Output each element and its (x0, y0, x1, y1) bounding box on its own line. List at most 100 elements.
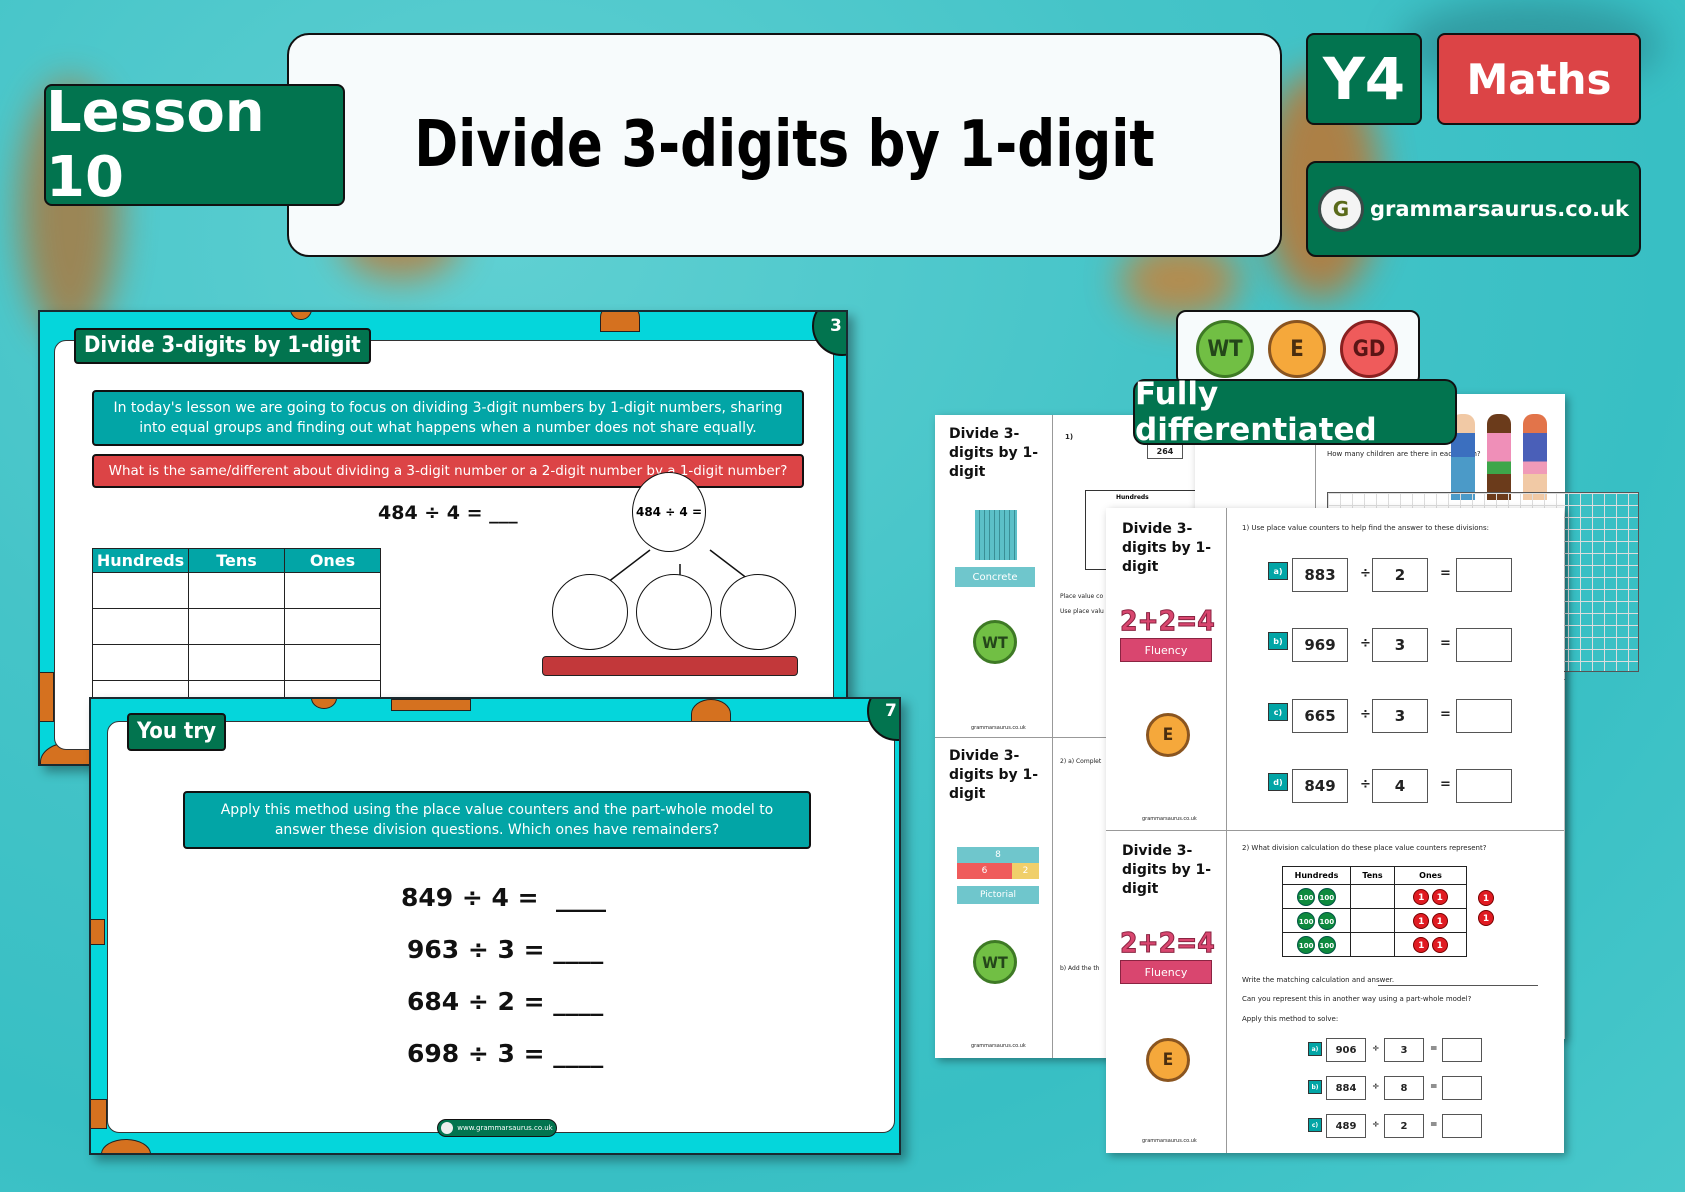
part-whole-part (636, 574, 712, 650)
answer-input[interactable] (1456, 769, 1512, 803)
worksheet-footer: grammarsaurus.co.uk (1142, 816, 1197, 822)
decoration-shape (91, 919, 105, 945)
base-ten-blocks-icon (975, 510, 1017, 560)
answer-input[interactable] (1456, 558, 1512, 592)
one-counter: 1 (1413, 936, 1430, 953)
worksheet-title: Divide 3-digits by 1-digit (1122, 843, 1212, 897)
hundred-counter: 100 (1297, 887, 1316, 906)
one-counter: 1 (1431, 936, 1448, 953)
answer-input[interactable] (1456, 699, 1512, 733)
part-whole-part (552, 574, 628, 650)
slide-tag: You try (127, 713, 227, 751)
worksheet-footer: grammarsaurus.co.uk (1142, 1138, 1197, 1144)
bar-model-whole: 8 (957, 847, 1039, 863)
answer-button[interactable] (542, 656, 798, 676)
answer-input[interactable] (1442, 1114, 1482, 1138)
decoration-shape (40, 672, 54, 722)
divisor-box: 2 (1384, 1114, 1424, 1138)
decoration-shape (311, 699, 337, 709)
worksheet-title: Divide 3-digits by 1-digit (1122, 521, 1212, 575)
column-header: Tens (188, 548, 285, 573)
counters-table: Hundreds Tens Ones 100 100 1 1 100 100 1… (1282, 866, 1467, 957)
decoration-shape (91, 1099, 107, 1129)
worksheet-footer: grammarsaurus.co.uk (971, 1043, 1026, 1049)
part-whole-whole: 484 ÷ 4 = (632, 472, 706, 552)
column-header: Hundreds (92, 548, 189, 573)
equation: 963 ÷ 3 = ____ (407, 935, 604, 964)
title-panel: Divide 3-digits by 1-digit (287, 33, 1282, 257)
subject-label: Maths (1466, 54, 1612, 104)
year-label: Y4 (1322, 45, 1406, 113)
differentiation-label: Fully differentiated (1133, 376, 1457, 448)
e-medal-icon: E (1268, 320, 1326, 378)
one-counter: 1 (1431, 888, 1448, 905)
one-counter: 1 (1413, 888, 1430, 905)
fluency-card: Fluency (1120, 960, 1212, 984)
question-box: What is the same/different about dividin… (92, 454, 804, 488)
divisor-box: 3 (1372, 628, 1428, 662)
grammarsaurus-logo-icon (441, 1122, 454, 1134)
fluency-graphic: 2+2=4 (1120, 926, 1216, 960)
dividend-box: 884 (1326, 1076, 1366, 1100)
answer-input[interactable] (1442, 1038, 1482, 1062)
children-illustration (1445, 414, 1555, 500)
equation: 698 ÷ 3 = ____ (407, 1039, 604, 1068)
differentiation-panel: WT E GD (1176, 310, 1420, 386)
slide-preview-7: 7 You try Apply this method using the pl… (89, 697, 901, 1155)
hundred-counter: 100 (1317, 935, 1336, 954)
divisor-box: 4 (1372, 769, 1428, 803)
year-badge: Y4 (1306, 33, 1422, 125)
wt-medal-icon: WT (973, 620, 1017, 664)
hundred-counter: 100 (1317, 911, 1336, 930)
part-whole-part (720, 574, 796, 650)
e-medal-icon: E (1146, 1038, 1190, 1082)
decoration-shape (391, 699, 471, 711)
divisor-box: 3 (1384, 1038, 1424, 1062)
decoration-shape (101, 1139, 151, 1153)
pictorial-card: Pictorial (957, 886, 1039, 904)
equation: 684 ÷ 2 = ____ (407, 987, 604, 1016)
answer-input[interactable] (1456, 628, 1512, 662)
one-counter: 1 (1478, 890, 1494, 906)
hundred-counter: 100 (1297, 935, 1316, 954)
worksheet-title: Divide 3-digits by 1-digit (949, 748, 1039, 802)
column-header: Ones (284, 548, 381, 573)
hundred-counter: 100 (1297, 911, 1316, 930)
divisor-box: 8 (1384, 1076, 1424, 1100)
wt-medal-icon: WT (1196, 320, 1254, 378)
fluency-card: Fluency (1120, 638, 1212, 662)
footer-url-pill[interactable]: www.grammarsaurus.co.uk (437, 1119, 557, 1137)
lesson-badge: Lesson 10 (44, 80, 345, 210)
equation: 849 ÷ 4 = ____ (401, 883, 606, 912)
hundred-counter: 100 (1317, 887, 1336, 906)
one-counter: 1 (1413, 912, 1430, 929)
page-title: Divide 3-digits by 1-digit (414, 108, 1155, 182)
brand-badge[interactable]: G grammarsaurus.co.uk (1306, 161, 1641, 257)
intro-box: In today's lesson we are going to focus … (92, 390, 804, 446)
decoration-shape (600, 312, 640, 332)
answer-line[interactable] (1378, 985, 1538, 986)
bar-model-part: 2 (1012, 863, 1039, 879)
dividend-box: 969 (1292, 628, 1348, 662)
dividend-box: 883 (1292, 558, 1348, 592)
dividend-box: 489 (1326, 1114, 1366, 1138)
slide-content (107, 721, 895, 1133)
one-counter: 1 (1431, 912, 1448, 929)
dividend-box: 849 (1292, 769, 1348, 803)
fluency-graphic: 2+2=4 (1120, 604, 1216, 638)
equation: 484 ÷ 4 = ___ (378, 502, 518, 524)
bar-model-part: 6 (957, 863, 1012, 879)
gd-medal-icon: GD (1340, 320, 1398, 378)
grammarsaurus-logo-icon: G (1317, 186, 1364, 232)
e-medal-icon: E (1146, 713, 1190, 757)
leftover-counters: 1 1 (1478, 886, 1496, 926)
answer-input[interactable] (1442, 1076, 1482, 1100)
worksheet-e: Divide 3-digits by 1-digit 2+2=4 Fluency… (1106, 508, 1564, 1153)
worksheet-title: Divide 3-digits by 1-digit (949, 426, 1039, 480)
decoration-shape (290, 312, 312, 320)
worksheet-footer: grammarsaurus.co.uk (971, 725, 1026, 731)
one-counter: 1 (1478, 910, 1494, 926)
dividend-box: 665 (1292, 699, 1348, 733)
wt-medal-icon: WT (973, 940, 1017, 984)
brand-url[interactable]: grammarsaurus.co.uk (1370, 197, 1629, 221)
